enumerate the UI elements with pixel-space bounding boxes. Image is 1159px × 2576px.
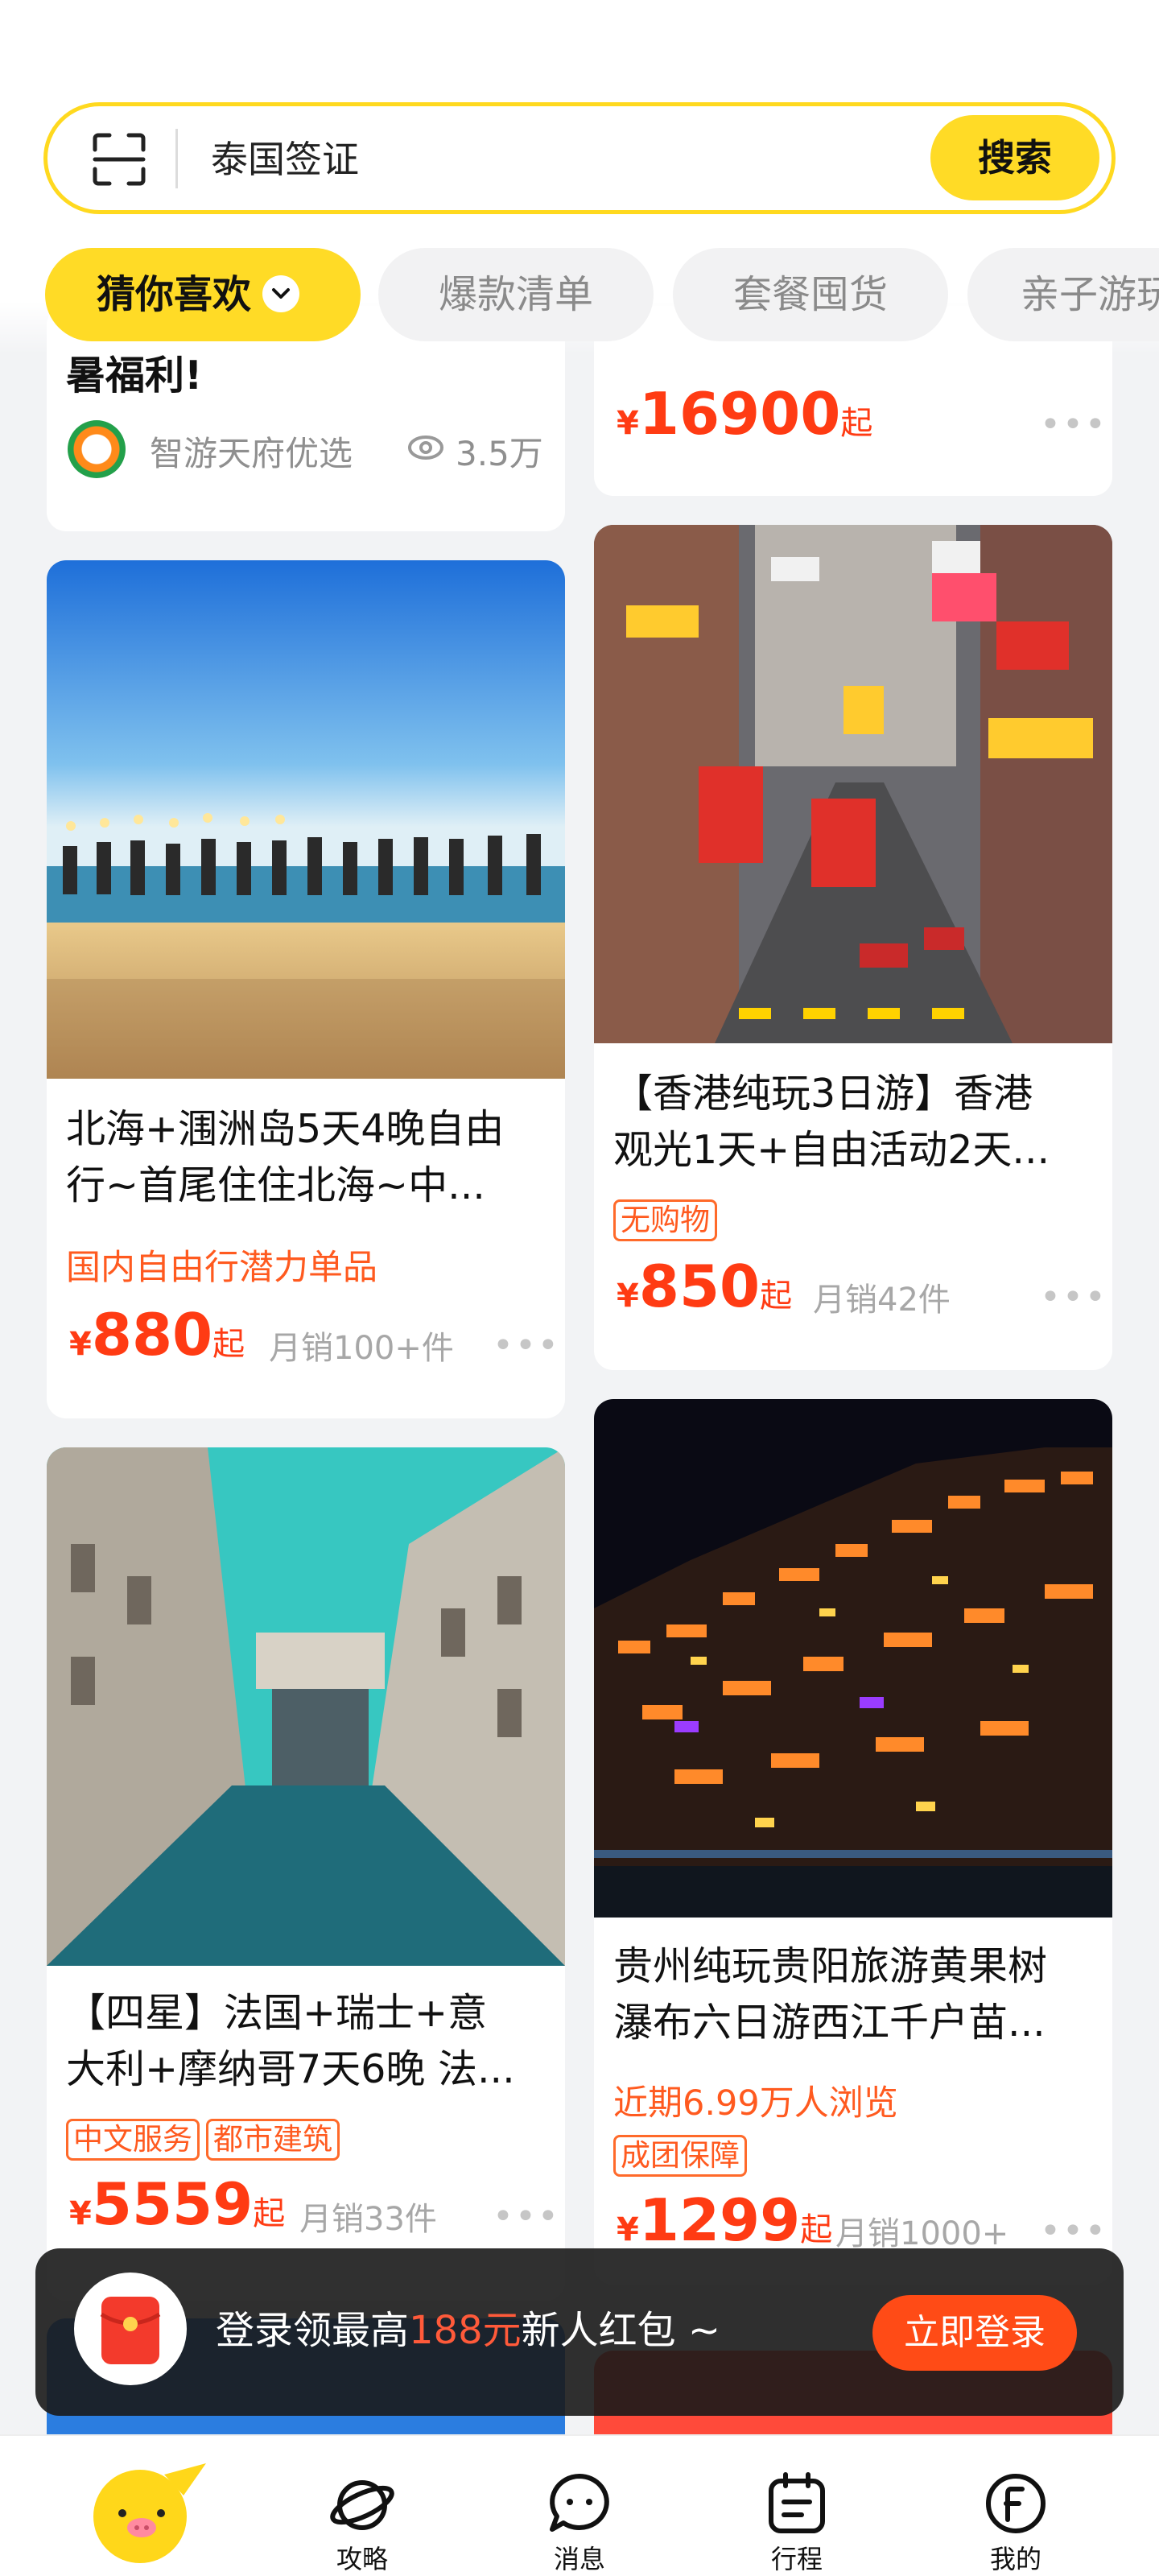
nav-item-home[interactable]	[87, 2460, 209, 2565]
card-tags: 成团保障	[613, 2135, 753, 2177]
chevron-down-icon	[262, 275, 300, 312]
card-title[interactable]: 贵州纯玩贵阳旅游黄果树 瀑布六日游西江千户苗...	[613, 1938, 1096, 2051]
more-options-icon[interactable]: •••	[493, 1325, 560, 1366]
eye-icon	[407, 433, 444, 465]
card-title[interactable]: 【香港纯玩3日游】香港 观光1天+自由活动2天...	[613, 1066, 1096, 1179]
nav-item-messages[interactable]: 消息	[523, 2463, 636, 2576]
card-tags: 无购物	[613, 1199, 724, 1241]
card-price: ¥1299起	[617, 2186, 833, 2254]
card-sales: 月销1000+	[835, 2215, 1009, 2252]
nav-label: 行程	[770, 2544, 823, 2574]
search-input[interactable]: 泰国签证	[211, 133, 359, 186]
card-highlight: 国内自由行潜力单品	[66, 1248, 377, 1288]
scan-icon[interactable]	[89, 129, 150, 190]
tab-label: 猜你喜欢	[97, 272, 252, 317]
card-tags: 中文服务 都市建筑	[66, 2119, 346, 2161]
hongkong-street-photo	[594, 525, 1112, 1043]
tag: 都市建筑	[206, 2119, 340, 2161]
view-count: 3.5万	[456, 434, 543, 473]
tab-guess-you-like[interactable]: 猜你喜欢	[45, 248, 361, 341]
author-name[interactable]: 智游天府优选	[150, 427, 353, 476]
card-sales: 月销100+件	[269, 1330, 454, 1367]
nav-label: 我的	[989, 2544, 1041, 2574]
tab-family-trips[interactable]: 亲子游玩	[967, 248, 1159, 341]
more-options-icon[interactable]: •••	[1040, 1277, 1107, 1318]
card-title-tail: 暑福利!	[66, 353, 203, 398]
tab-packages[interactable]: 套餐囤货	[673, 248, 948, 341]
more-options-icon[interactable]: •••	[493, 2196, 560, 2237]
product-card[interactable]: 贵州纯玩贵阳旅游黄果树 瀑布六日游西江千户苗... 近期6.99万人浏览 成团保…	[594, 1399, 1112, 2285]
nav-item-profile[interactable]: 我的	[959, 2463, 1072, 2576]
nav-item-guides[interactable]: 攻略	[306, 2463, 419, 2576]
tab-hot-list[interactable]: 爆款清单	[378, 248, 654, 341]
planet-icon	[328, 2470, 396, 2541]
card-price: ¥850起	[617, 1253, 793, 1320]
card-sales: 月销42件	[813, 1282, 951, 1319]
nav-item-trips[interactable]: 行程	[740, 2463, 853, 2576]
card-highlight: 近期6.99万人浏览	[613, 2083, 898, 2124]
more-options-icon[interactable]: •••	[1040, 404, 1107, 445]
product-card[interactable]: 北海+涠洲岛5天4晚自由 行~首尾住住北海~中... 国内自由行潜力单品 ¥88…	[47, 560, 565, 1418]
search-button[interactable]: 搜索	[930, 115, 1099, 200]
card-price: ¥880起	[69, 1301, 245, 1368]
product-card[interactable]: 【四星】法国+瑞士+意 大利+摩纳哥7天6晚 法... 中文服务 都市建筑 ¥55…	[47, 1447, 565, 2301]
author-avatar	[68, 420, 126, 478]
night-village-photo	[594, 1399, 1112, 1918]
tab-label: 亲子游玩	[1021, 272, 1159, 317]
venice-canal-photo	[47, 1447, 565, 1966]
login-button[interactable]: 立即登录	[872, 2295, 1077, 2371]
card-title[interactable]: 北海+涠洲岛5天4晚自由 行~首尾住住北海~中...	[66, 1101, 549, 1214]
card-price: ¥16900起	[617, 380, 873, 448]
chat-icon	[546, 2470, 613, 2541]
profile-f-icon	[982, 2470, 1050, 2541]
promo-text: 登录领最高188元新人红包 ~	[216, 2308, 721, 2353]
tag: 中文服务	[66, 2119, 200, 2161]
more-options-icon[interactable]: •••	[1040, 2211, 1107, 2252]
nav-label: 消息	[553, 2544, 605, 2574]
calendar-icon	[763, 2470, 831, 2541]
home-pig-icon	[93, 2463, 206, 2563]
card-title[interactable]: 【四星】法国+瑞士+意 大利+摩纳哥7天6晚 法...	[66, 1985, 549, 2098]
tag: 成团保障	[613, 2135, 747, 2177]
nav-label: 攻略	[336, 2544, 388, 2574]
red-envelope-icon	[74, 2273, 187, 2385]
card-price: ¥5559起	[69, 2170, 286, 2238]
tag: 无购物	[613, 1199, 717, 1241]
product-card[interactable]: 【香港纯玩3日游】香港 观光1天+自由活动2天... 无购物 ¥850起 月销4…	[594, 525, 1112, 1370]
card-sales: 月销33件	[299, 2201, 437, 2238]
search-divider	[175, 129, 178, 188]
beach-photo	[47, 560, 565, 1079]
